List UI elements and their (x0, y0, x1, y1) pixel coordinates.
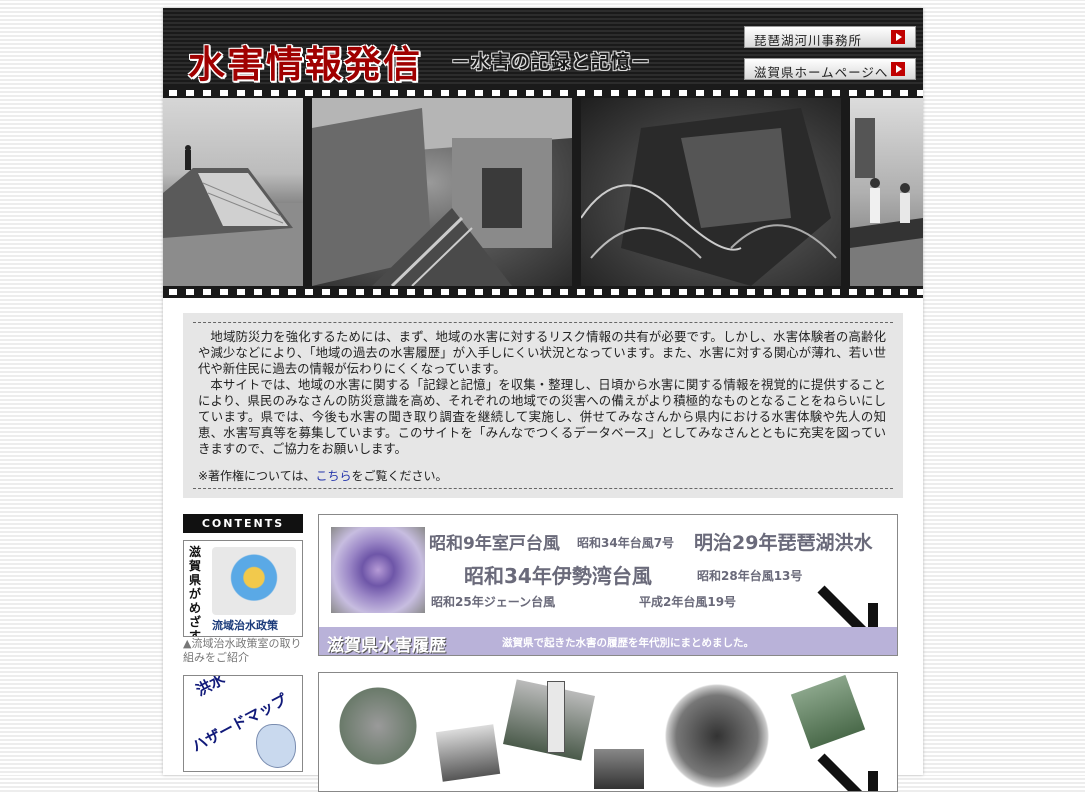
flood-photo-debris (581, 98, 841, 286)
biwako-river-office-link[interactable]: 琵琶湖河川事務所 (744, 26, 916, 48)
history-item: 平成2年台風19号 (639, 595, 737, 609)
site-subtitle: －水害の記録と記憶－ (451, 51, 652, 73)
arrow-down-right-icon (817, 753, 878, 791)
intro-paragraph: 地域防災力を強化するためには、まず、地域の水害に対するリスク情報の共有が必要です… (198, 329, 886, 376)
arrow-right-icon (891, 30, 905, 44)
page-container: 水害情報発信 －水害の記録と記憶－ 琵琶湖河川事務所 滋賀県ホームページへ 地域… (163, 8, 923, 792)
monument-photo (435, 724, 501, 782)
contents-heading: CONTENTS (183, 514, 303, 533)
site-header: 水害情報発信 －水害の記録と記憶－ 琵琶湖河川事務所 滋賀県ホームページへ (163, 8, 923, 98)
arrow-right-icon (891, 62, 905, 76)
shiga-map-icon (256, 724, 296, 768)
shiga-homepage-link[interactable]: 滋賀県ホームページへ (744, 58, 916, 80)
flood-hazard-map-banner[interactable]: 洪水 ハザードマップ (183, 675, 303, 772)
film-sprocket-holes (163, 90, 923, 96)
monument-photo (594, 749, 644, 789)
banner-vertical-text: 滋賀県がめざす (189, 545, 202, 637)
intro-text: 地域防災力を強化するためには、まず、地域の水害に対するリスク情報の共有が必要です… (198, 329, 886, 457)
history-item: 昭和28年台風13号 (697, 569, 803, 583)
site-title: 水害情報発信 (188, 42, 422, 86)
film-strip-photos (163, 86, 923, 298)
collapsed-house-image (312, 98, 572, 286)
copyright-link[interactable]: こちら (315, 469, 351, 483)
film-sprocket-holes (163, 289, 923, 295)
divider (193, 488, 893, 489)
intro-paragraph: 本サイトでは、地域の水害に関する「記録と記憶」を収集・整理し、日頃から水害に関す… (198, 377, 886, 456)
monument-photo (790, 674, 866, 750)
copyright-suffix: をご覧ください。 (351, 469, 448, 483)
boat-image (850, 118, 923, 286)
water-level-marker-photo (547, 681, 565, 753)
monument-photo (333, 681, 423, 771)
history-item: 昭和34年台風7号 (577, 536, 675, 550)
debris-image (581, 108, 837, 286)
typhoon-satellite-image (331, 527, 425, 613)
divider (193, 322, 893, 323)
policy-banner-caption: ▲流域治水政策室の取り組みをご紹介 (183, 637, 302, 664)
flood-photo-roof (163, 98, 303, 286)
banner-title: 流域治水政策 (212, 619, 278, 632)
history-title-bar: 滋賀県水害履歴 滋賀県で起きた水害の履歴を年代別にまとめました。 (319, 627, 897, 655)
history-item: 明治29年琵琶湖洪水 (694, 532, 873, 554)
history-description: 滋賀県で起きた水害の履歴を年代別にまとめました。 (502, 637, 754, 649)
flood-photo-ruined-house (312, 98, 572, 286)
flood-photo-boat (850, 98, 923, 286)
biwako-river-office-label: 琵琶湖河川事務所 (754, 33, 863, 48)
history-item: 昭和34年伊勢湾台風 (464, 564, 652, 588)
history-item: 昭和9年室戸台風 (429, 534, 560, 554)
copyright-prefix: ※著作権については、 (198, 469, 316, 483)
history-title: 滋賀県水害履歴 (327, 636, 446, 656)
history-item: 昭和25年ジェーン台風 (431, 595, 556, 609)
copyright-note: ※著作権については、こちらをご覧ください。 (198, 467, 448, 484)
flood-monuments-banner[interactable] (318, 672, 898, 792)
flood-history-banner[interactable]: 昭和9年室戸台風 昭和34年台風7号 明治29年琵琶湖洪水 昭和34年伊勢湾台風… (318, 514, 898, 656)
hazard-banner-line1: 洪水 (192, 675, 228, 700)
intro-box: 地域防災力を強化するためには、まず、地域の水害に対するリスク情報の共有が必要です… (183, 313, 903, 498)
shiga-homepage-label: 滋賀県ホームページへ (754, 65, 889, 80)
flooded-house-image (163, 145, 303, 286)
policy-illustration-icon (212, 547, 296, 615)
river-basin-policy-banner[interactable]: 滋賀県がめざす 流域治水政策 (183, 540, 303, 637)
